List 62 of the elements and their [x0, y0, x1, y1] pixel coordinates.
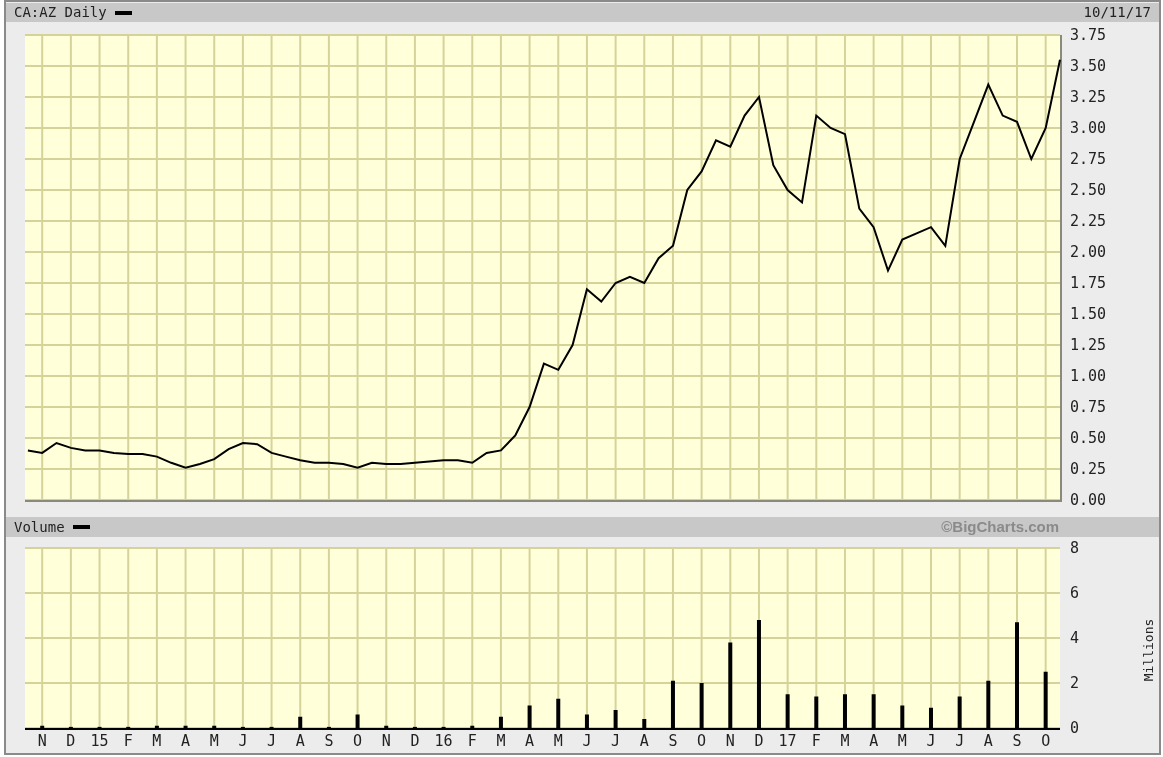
axis-label: F	[123, 732, 133, 750]
axis-label: M	[152, 732, 162, 750]
axis-label: A	[181, 732, 191, 750]
axis-label: 15	[90, 732, 109, 750]
axis-label: J	[955, 732, 965, 750]
axis-label: 3.00	[1070, 119, 1107, 137]
axis-label: A	[295, 732, 305, 750]
axis-label: M	[840, 732, 850, 750]
axis-label: 0.50	[1070, 429, 1107, 447]
axis-label: 3.50	[1070, 57, 1107, 75]
axis-label: 1.25	[1070, 336, 1107, 354]
axis-label: S	[1012, 732, 1022, 750]
axis-label: N	[725, 732, 735, 750]
axis-label: J	[238, 732, 248, 750]
axis-label: 2.00	[1070, 243, 1107, 261]
axis-label: 2.25	[1070, 212, 1107, 230]
axis-label: 6	[1070, 584, 1080, 602]
axis-label: F	[811, 732, 821, 750]
axis-label: O	[353, 732, 363, 750]
axis-label: 8	[1070, 540, 1080, 557]
chart-date: 10/11/17	[1083, 3, 1151, 22]
axis-label: M	[553, 732, 563, 750]
axis-label: 3.75	[1070, 28, 1107, 44]
axis-label: A	[525, 732, 535, 750]
axis-label: N	[37, 732, 47, 750]
axis-label: O	[1041, 732, 1051, 750]
axis-label: 3.25	[1070, 88, 1107, 106]
axis-label: A	[983, 732, 993, 750]
axis-label: 4	[1070, 629, 1080, 647]
axis-label: O	[697, 732, 707, 750]
axis-label: J	[582, 732, 592, 750]
credit-text: ©BigCharts.com	[941, 516, 1059, 537]
axis-label: S	[324, 732, 334, 750]
axis-label: S	[668, 732, 678, 750]
axis-label: 1.75	[1070, 274, 1107, 292]
axis-label: J	[611, 732, 621, 750]
axis-label: 1.00	[1070, 367, 1107, 385]
axis-label: M	[897, 732, 907, 750]
axis-label: A	[869, 732, 879, 750]
axis-label: 17	[778, 732, 797, 750]
legend-label: CA:AZ Daily	[14, 3, 107, 22]
axis-label: 2	[1070, 674, 1080, 692]
axis-label: D	[66, 732, 76, 750]
axis-label: D	[754, 732, 764, 750]
axis-label: 0	[1070, 719, 1080, 737]
axis-label: F	[467, 732, 477, 750]
axis-label: J	[267, 732, 277, 750]
axis-label: J	[926, 732, 936, 750]
axis-label: 0.75	[1070, 398, 1107, 416]
axis-label: 2.50	[1070, 181, 1107, 199]
axis-label: 1.50	[1070, 305, 1107, 323]
legend-label: Volume	[14, 517, 65, 537]
axis-label: 0.00	[1070, 491, 1107, 508]
axis-label: 0.25	[1070, 460, 1107, 478]
axis-label: M	[209, 732, 219, 750]
axis-label: A	[639, 732, 649, 750]
axis-label: 16	[434, 732, 453, 750]
axis-label: 2.75	[1070, 150, 1107, 168]
axis-label: N	[381, 732, 391, 750]
axis-title: Millions	[1141, 618, 1156, 682]
axis-label: D	[410, 732, 420, 750]
axis-label: M	[496, 732, 506, 750]
